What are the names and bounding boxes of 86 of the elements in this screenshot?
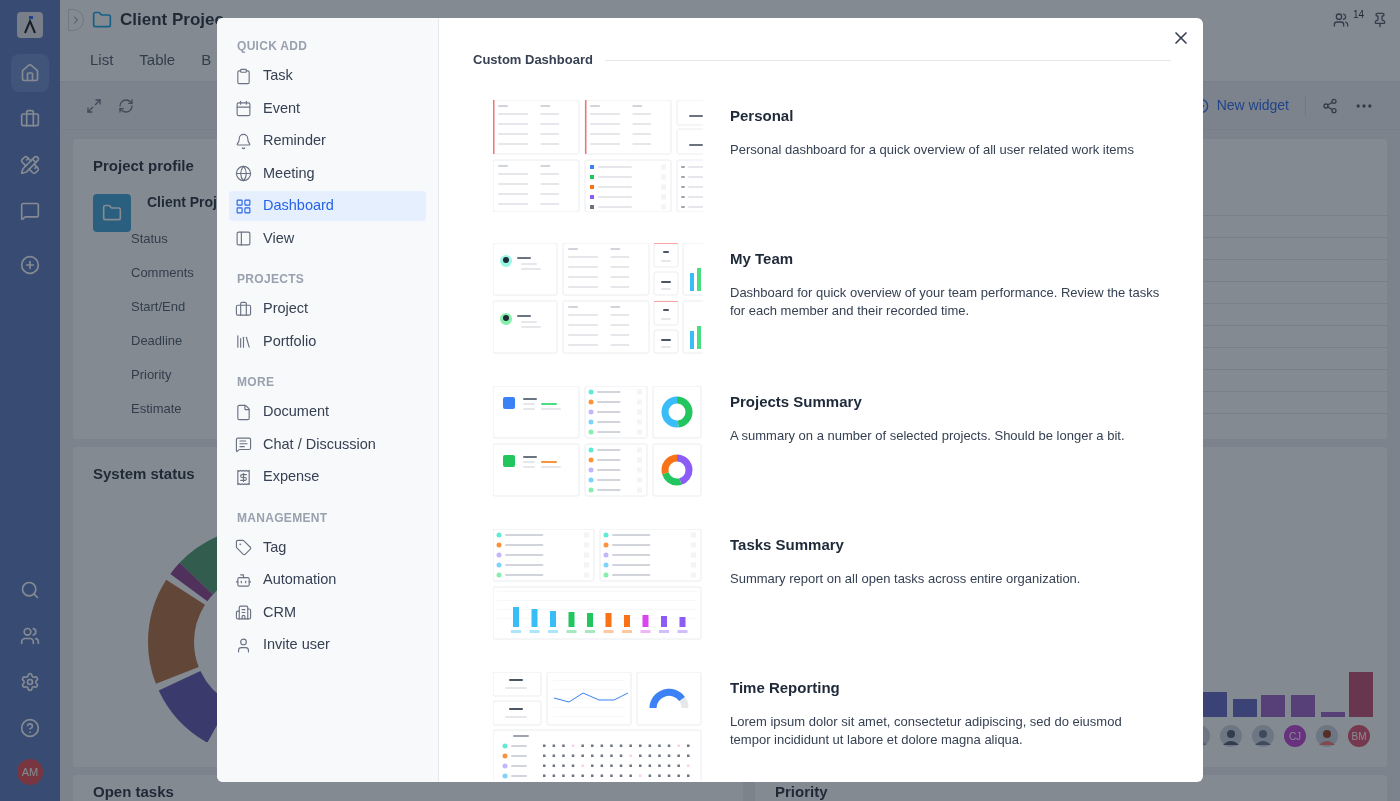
building-icon [235, 604, 252, 621]
field-label: Priority [131, 365, 172, 384]
menu-item[interactable]: Document [229, 397, 426, 427]
members-icon[interactable] [1332, 12, 1349, 28]
members-count: 14 [1352, 7, 1364, 22]
folder-icon [102, 202, 122, 223]
section-heading: Custom Dashboard [473, 51, 593, 70]
globe-icon [235, 165, 252, 182]
menu-item[interactable]: Automation [229, 565, 426, 595]
avatar-icon [1220, 725, 1242, 747]
menu-item[interactable]: Tag [229, 532, 426, 563]
avatar-icon [1316, 725, 1338, 747]
field-label: Start/End [131, 297, 186, 316]
section-heading: PROJECTS [236, 271, 306, 288]
fullscreen-icon[interactable] [86, 97, 102, 114]
tag-icon [235, 539, 252, 556]
user-icon [235, 636, 252, 654]
card-title: Priority [775, 783, 828, 800]
initials-avatar: CJ [1284, 725, 1306, 747]
field-label: Status [131, 229, 168, 248]
dashboard-title[interactable]: Projects Summary [730, 391, 1125, 414]
menu-item[interactable]: Invite user [229, 630, 426, 660]
menu-item[interactable]: Task [229, 61, 426, 91]
menu-item[interactable]: Dashboard [229, 191, 426, 221]
chart-bar [1233, 699, 1257, 717]
briefcase-icon [20, 109, 40, 129]
bell-icon [235, 132, 252, 150]
pin-icon[interactable] [1372, 12, 1388, 28]
share-icon[interactable] [1322, 97, 1338, 114]
chart-bar [1291, 695, 1315, 717]
home-icon [20, 63, 40, 83]
menu-item[interactable]: Event [229, 93, 426, 124]
menu-item[interactable]: Reminder [229, 126, 426, 156]
panel-icon [235, 230, 252, 247]
search-icon [20, 580, 40, 600]
chart-bar [1349, 672, 1373, 717]
logo-icon[interactable] [17, 12, 43, 38]
dashboard-title[interactable]: Tasks Summary [730, 534, 1081, 557]
dashboard-description: Personal dashboard for a quick overview of all user related work items [730, 140, 1134, 159]
dashboard-description: A summary on a number of selected projects. Should be longer a bit. [730, 426, 1125, 445]
clipboard-icon [235, 67, 252, 85]
books-icon [235, 333, 252, 350]
menu-item[interactable]: Portfolio [229, 326, 426, 357]
grid-icon [235, 197, 252, 215]
section-heading: MANAGEMENT [236, 509, 329, 527]
briefcase-icon [235, 300, 252, 318]
avatar-icon [1252, 725, 1274, 747]
section-heading: MORE [236, 374, 276, 391]
field-label: Estimate [131, 399, 182, 418]
tools-icon [20, 155, 40, 175]
menu-item[interactable]: Project [229, 294, 426, 324]
initials-avatar: BM [1348, 725, 1370, 747]
dashboard-title[interactable]: Personal [730, 105, 1134, 128]
receipt-icon [235, 468, 252, 486]
help-icon [20, 718, 40, 738]
menu-item[interactable]: Chat / Discussion [229, 429, 426, 460]
document-icon [235, 403, 252, 421]
refresh-icon[interactable] [118, 97, 134, 114]
field-label: Comments [131, 263, 194, 282]
card-title: Open tasks [93, 783, 174, 800]
calendar-icon [235, 100, 252, 117]
chat-icon [235, 436, 252, 453]
home-button[interactable] [11, 54, 49, 92]
chart-bar [1261, 695, 1285, 717]
chart-bar [1203, 692, 1227, 717]
dashboard-title[interactable]: My Team [730, 248, 1160, 271]
menu-item[interactable]: CRM [229, 597, 426, 628]
robot-icon [235, 571, 252, 589]
dashboard-description: Lorem ipsum dolor sit amet, consectetur adipiscing, sed do eiusmod tempor incididunt ut labore et dolore magna aliqua. [730, 712, 1123, 749]
chart-bar [1321, 712, 1345, 717]
field-label: Deadline [131, 331, 183, 350]
menu-item[interactable]: Meeting [229, 158, 426, 189]
settings-icon [20, 672, 40, 692]
card-title: Project profile [93, 156, 194, 176]
menu-item[interactable]: View [229, 223, 426, 254]
dashboard-description: Dashboard for quick overview of your team performance. Review the tasks for each member and their recorded time. [730, 283, 1160, 320]
plus-icon [20, 255, 40, 275]
card-title: System status [93, 464, 195, 484]
section-heading: QUICK ADD [236, 38, 309, 55]
users-icon [20, 626, 40, 646]
chat-icon [20, 201, 40, 221]
menu-item[interactable]: Expense [229, 462, 426, 492]
dashboard-title[interactable]: Time Reporting [730, 677, 1160, 700]
folder-icon [92, 10, 112, 30]
dashboard-description: Summary report on all open tasks across entire organization. [730, 569, 1081, 588]
project-name: Client Proj [147, 193, 217, 212]
